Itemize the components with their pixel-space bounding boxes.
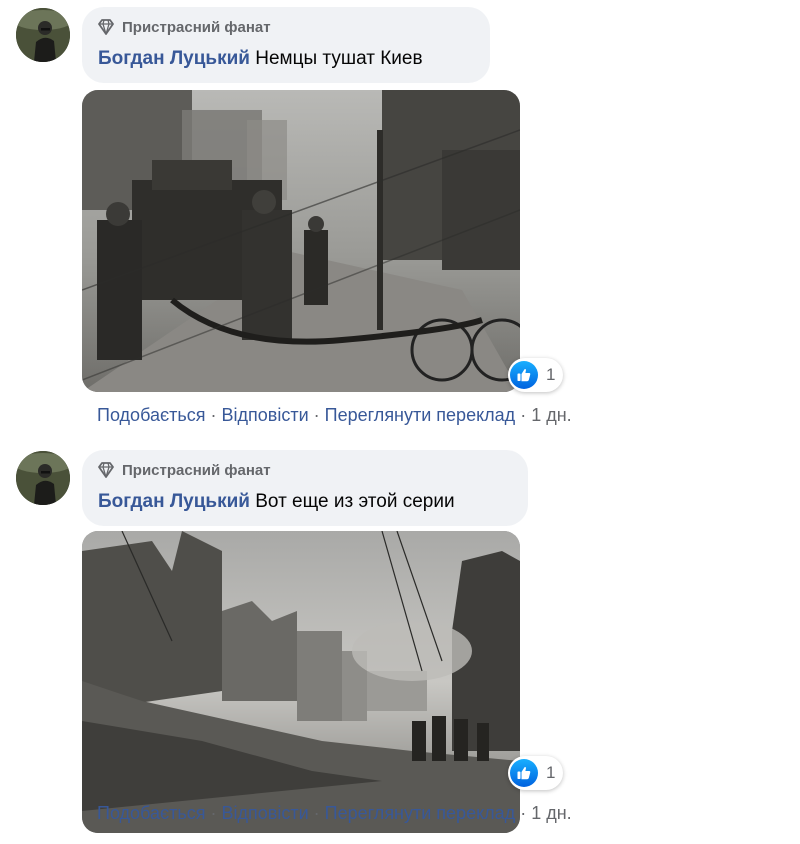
comment-photo[interactable] bbox=[82, 531, 520, 833]
see-translation-link[interactable]: Переглянути переклад bbox=[325, 803, 516, 823]
separator-dot: · bbox=[210, 405, 217, 425]
separator-dot: · bbox=[520, 405, 527, 425]
comment-actions: Подобається · Відповісти · Переглянути перек… bbox=[97, 404, 572, 426]
see-translation-link[interactable]: Переглянути переклад bbox=[325, 405, 516, 425]
separator-dot: · bbox=[313, 405, 320, 425]
reaction-summary[interactable]: 1 bbox=[508, 756, 564, 790]
thumbs-up-icon bbox=[510, 759, 538, 787]
badge-label: Пристрасний фанат bbox=[122, 18, 271, 36]
top-fan-badge: Пристрасний фанат bbox=[96, 460, 271, 480]
comment-text: Немцы тушат Киев bbox=[255, 48, 423, 69]
like-link[interactable]: Подобається bbox=[97, 405, 206, 425]
avatar[interactable] bbox=[16, 451, 70, 505]
comment-bubble: Пристрасний фанат Богдан Луцький Немцы т… bbox=[82, 7, 490, 83]
comment-actions: Подобається · Відповісти · Переглянути перек… bbox=[97, 802, 572, 824]
comment-photo[interactable] bbox=[82, 90, 520, 392]
timestamp[interactable]: 1 дн. bbox=[531, 405, 571, 425]
avatar[interactable] bbox=[16, 8, 70, 62]
comment-bubble: Пристрасний фанат Богдан Луцький Вот еще… bbox=[82, 450, 528, 526]
reply-link[interactable]: Відповісти bbox=[222, 405, 309, 425]
timestamp[interactable]: 1 дн. bbox=[531, 803, 571, 823]
separator-dot: · bbox=[520, 803, 527, 823]
separator-dot: · bbox=[313, 803, 320, 823]
separator-dot: · bbox=[210, 803, 217, 823]
top-fan-badge: Пристрасний фанат bbox=[96, 17, 271, 37]
reaction-summary[interactable]: 1 bbox=[508, 358, 564, 392]
author-name[interactable]: Богдан Луцький bbox=[98, 491, 250, 512]
reaction-count: 1 bbox=[546, 763, 556, 782]
like-link[interactable]: Подобається bbox=[97, 803, 206, 823]
reaction-count: 1 bbox=[546, 365, 556, 384]
thumbs-up-icon bbox=[510, 361, 538, 389]
diamond-icon bbox=[96, 17, 116, 37]
badge-label: Пристрасний фанат bbox=[122, 461, 271, 479]
comment-text: Вот еще из этой серии bbox=[255, 491, 455, 512]
diamond-icon bbox=[96, 460, 116, 480]
reply-link[interactable]: Відповісти bbox=[222, 803, 309, 823]
author-name[interactable]: Богдан Луцький bbox=[98, 48, 250, 69]
